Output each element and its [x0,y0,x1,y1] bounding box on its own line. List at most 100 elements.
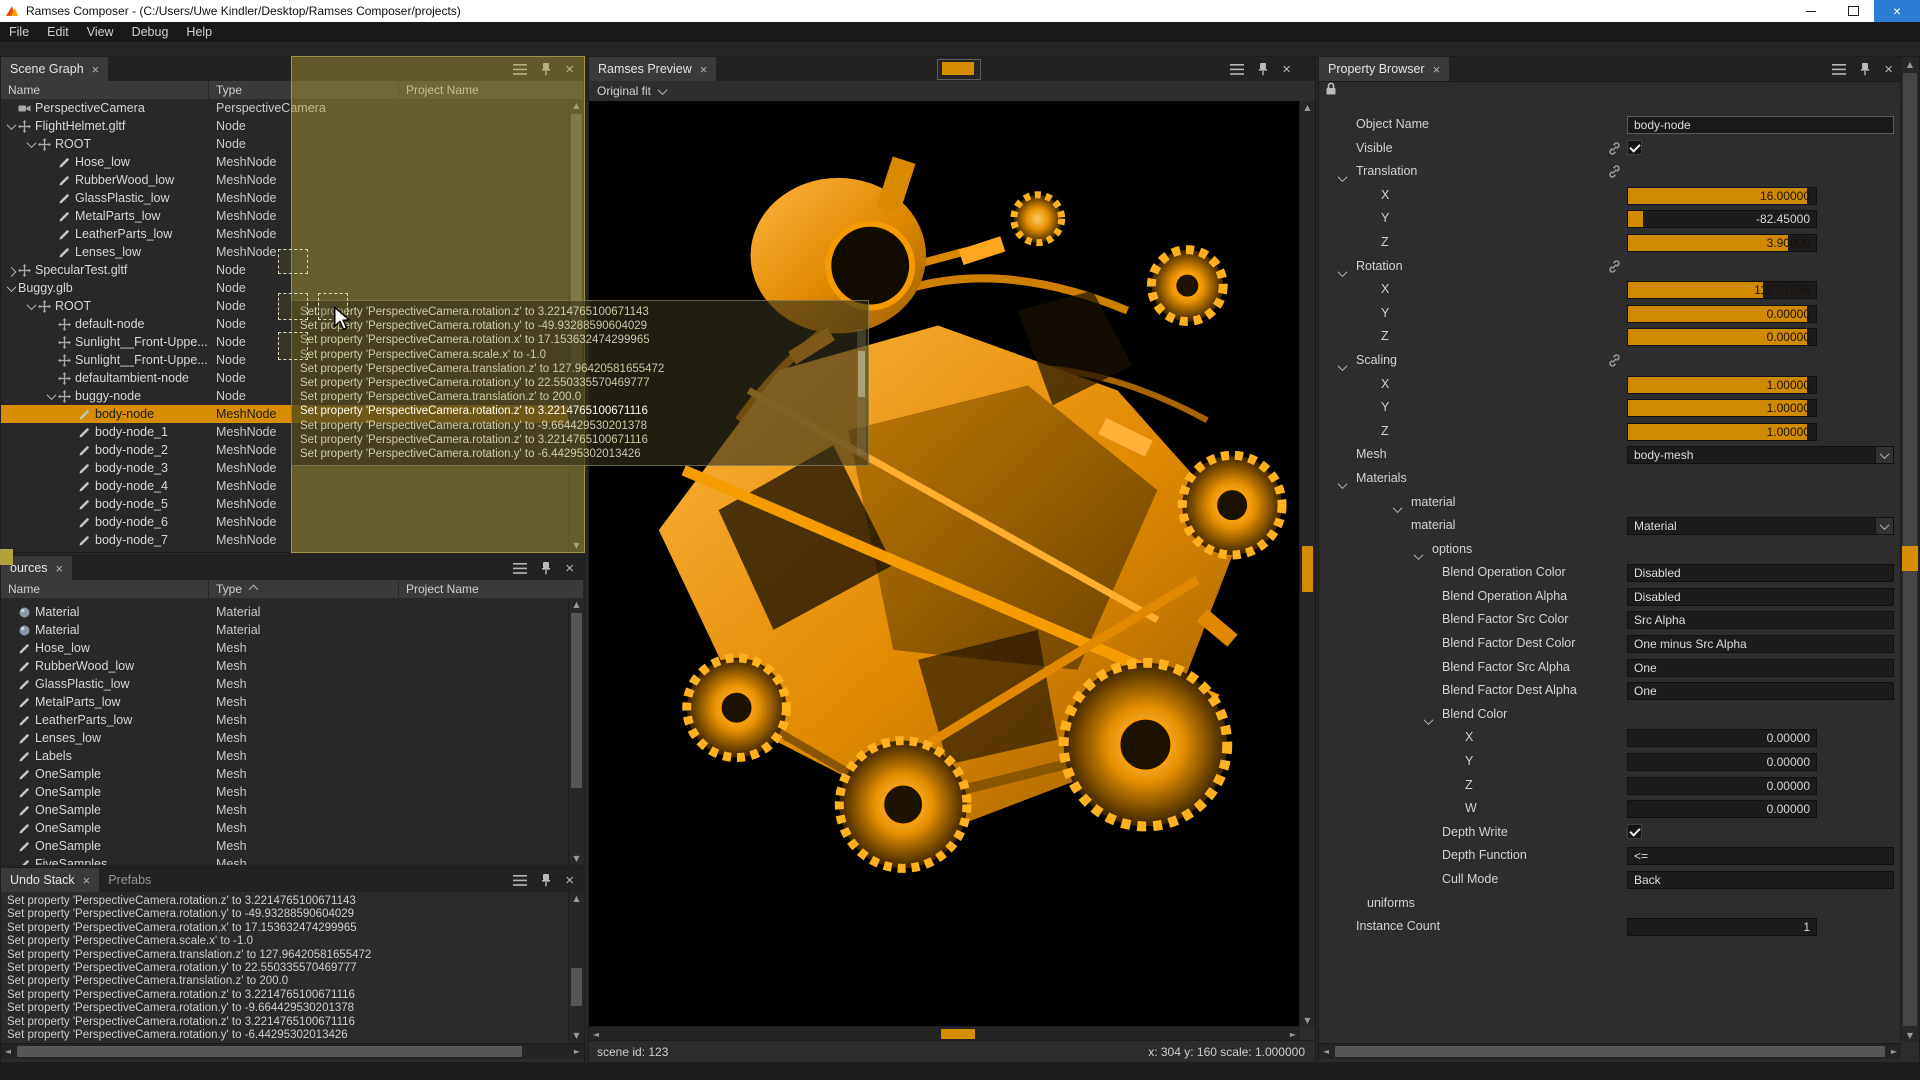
value-slider[interactable]: 16.00000 [1627,187,1817,205]
property-vscrollbar[interactable]: ▲ ▼ [1900,57,1919,1042]
dropdown-field[interactable]: body-mesh [1627,446,1894,464]
checkbox[interactable] [1627,140,1642,155]
scroll-handle[interactable] [1302,546,1313,592]
enum-field[interactable]: Disabled [1627,588,1894,606]
scene-row-RubberWood_low[interactable]: RubberWood_lowMeshNode [1,171,569,189]
enum-field[interactable]: Back [1627,871,1894,889]
dock-pin-icon[interactable] [540,561,552,575]
scroll-up-icon[interactable]: ▲ [1901,57,1919,71]
scroll-down-icon[interactable]: ▼ [1901,1028,1919,1042]
dock-pin-icon[interactable] [1257,62,1269,76]
number-field[interactable]: 0.00000 [1627,753,1817,771]
undo-entry[interactable]: Set property 'PerspectiveCamera.rotation… [7,1002,569,1015]
scroll-down-icon[interactable]: ▼ [569,539,584,552]
scroll-down-icon[interactable]: ▼ [1300,1014,1315,1027]
preview-canvas[interactable] [589,101,1300,1027]
enum-field[interactable]: Disabled [1627,564,1894,582]
undo-entry[interactable]: Set property 'PerspectiveCamera.rotation… [7,1016,569,1029]
scroll-left-icon[interactable]: ◄ [1319,1044,1333,1059]
scroll-handle[interactable] [17,1046,522,1057]
scene-row-Lenses_low[interactable]: Lenses_lowMeshNode [1,243,569,261]
column-name[interactable]: Name [1,580,209,598]
value-slider[interactable]: 3.90000 [1627,234,1817,252]
resource-row-Material[interactable]: MaterialMaterial [1,603,569,621]
tab-scene-graph[interactable]: Scene Graph × [1,57,108,81]
scroll-up-icon[interactable]: ▲ [569,892,584,905]
scroll-handle[interactable] [941,1029,975,1039]
tab-close-icon[interactable]: × [56,562,64,575]
value-slider[interactable]: 1.00000 [1627,376,1817,394]
resource-row-OneSample[interactable]: OneSampleMesh [1,801,569,819]
scene-row-Sunlight__Front-Uppe...[interactable]: Sunlight__Front-Uppe...Node [1,351,569,369]
menu-view[interactable]: View [78,22,123,42]
link-icon[interactable] [1607,141,1622,161]
resource-row-RubberWood_low[interactable]: RubberWood_lowMesh [1,657,569,675]
undo-entry[interactable]: Set property 'PerspectiveCamera.translat… [7,975,569,988]
dock-pin-icon[interactable] [540,873,552,887]
link-icon[interactable] [1607,259,1622,279]
scroll-handle[interactable] [942,62,974,75]
tab-close-icon[interactable]: × [83,874,91,887]
menu-edit[interactable]: Edit [38,22,78,42]
maximize-button[interactable] [1832,0,1874,22]
undo-entry[interactable]: Set property 'PerspectiveCamera.rotation… [7,922,569,935]
scene-row-Buggy.glb[interactable]: Buggy.glbNode [1,279,569,297]
scene-row-ROOT[interactable]: ROOTNode [1,135,569,153]
close-button[interactable]: × [1874,0,1920,22]
scroll-right-icon[interactable]: ► [1286,1027,1300,1041]
scroll-handle[interactable] [571,968,582,1006]
scroll-right-icon[interactable]: ► [1887,1044,1901,1059]
preview-top-scrollbar[interactable] [937,59,981,80]
resource-row-LeatherParts_low[interactable]: LeatherParts_lowMesh [1,711,569,729]
scene-row-Sunlight__Front-Uppe...[interactable]: Sunlight__Front-Uppe...Node [1,333,569,351]
link-icon[interactable] [1607,353,1622,373]
enum-field[interactable]: One minus Src Alpha [1627,635,1894,653]
undo-entry[interactable]: Set property 'PerspectiveCamera.scale.x'… [7,935,569,948]
preview-vscrollbar[interactable]: ▲ ▼ [1299,101,1315,1027]
tab-close-icon[interactable]: × [700,63,708,76]
expander-icon[interactable] [45,393,58,400]
scene-row-default-node[interactable]: default-nodeNode [1,315,569,333]
dock-close-icon[interactable]: × [565,62,574,77]
menu-help[interactable]: Help [177,22,221,42]
resources-vscrollbar[interactable]: ▲ ▼ [568,598,584,865]
resource-row-GlassPlastic_low[interactable]: GlassPlastic_lowMesh [1,675,569,693]
resource-row-OneSample[interactable]: OneSampleMesh [1,837,569,855]
value-slider[interactable]: 0.00000 [1627,328,1817,346]
scene-row-FlightHelmet.gltf[interactable]: FlightHelmet.gltfNode [1,117,569,135]
undo-entry[interactable]: Set property 'PerspectiveCamera.translat… [7,949,569,962]
expander-icon[interactable] [5,285,18,292]
dock-pin-icon[interactable] [1859,62,1871,76]
number-field[interactable]: 0.00000 [1627,777,1817,795]
tab-close-icon[interactable]: × [92,63,100,76]
column-type[interactable]: Type [209,81,399,99]
expander-icon[interactable] [25,303,38,310]
enum-field[interactable]: <= [1627,847,1894,865]
property-hscrollbar[interactable]: ◄ ► [1319,1043,1901,1059]
scroll-right-icon[interactable]: ► [570,1044,584,1059]
enum-field[interactable]: Src Alpha [1627,611,1894,629]
value-slider[interactable]: 0.00000 [1627,305,1817,323]
expander-icon[interactable] [25,141,38,148]
dock-menu-icon[interactable] [1230,64,1244,75]
scene-row-body-node_7[interactable]: body-node_7MeshNode [1,531,569,549]
scene-graph-vscrollbar[interactable]: ▲ ▼ [568,99,584,552]
link-icon[interactable] [1607,164,1622,184]
tab-close-icon[interactable]: × [1433,63,1441,76]
dropdown-field[interactable]: Material [1627,517,1894,535]
tab-undo-stack[interactable]: Undo Stack × [1,868,99,892]
column-project-name[interactable]: Project Name [399,81,584,99]
dock-menu-icon[interactable] [513,563,527,574]
scene-row-Hose_low[interactable]: Hose_lowMeshNode [1,153,569,171]
text-field[interactable]: body-node [1627,116,1894,134]
scroll-handle[interactable] [571,613,582,788]
fit-mode-select[interactable]: Original fit [589,84,651,98]
resource-row-Hose_low[interactable]: Hose_lowMesh [1,639,569,657]
column-type[interactable]: Type [209,580,399,598]
resource-row-OneSample[interactable]: OneSampleMesh [1,783,569,801]
dock-close-icon[interactable]: × [1884,62,1893,77]
scene-row-body-node[interactable]: body-nodeMeshNode [1,405,569,423]
scene-row-MetalParts_low[interactable]: MetalParts_lowMeshNode [1,207,569,225]
scene-row-defaultambient-node[interactable]: defaultambient-nodeNode [1,369,569,387]
number-field[interactable]: 0.00000 [1627,729,1817,747]
